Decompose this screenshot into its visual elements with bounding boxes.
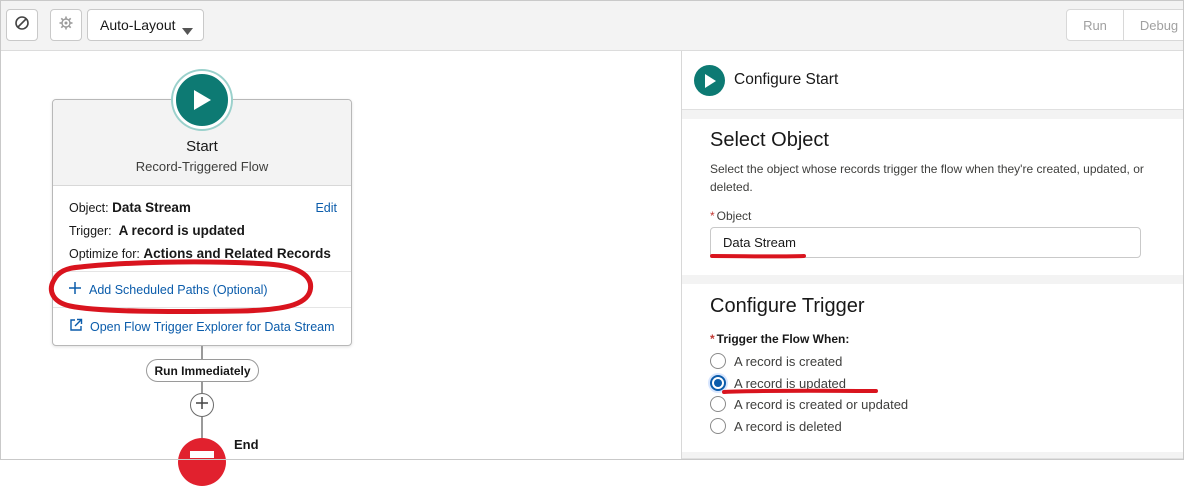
window-border — [0, 0, 1184, 460]
